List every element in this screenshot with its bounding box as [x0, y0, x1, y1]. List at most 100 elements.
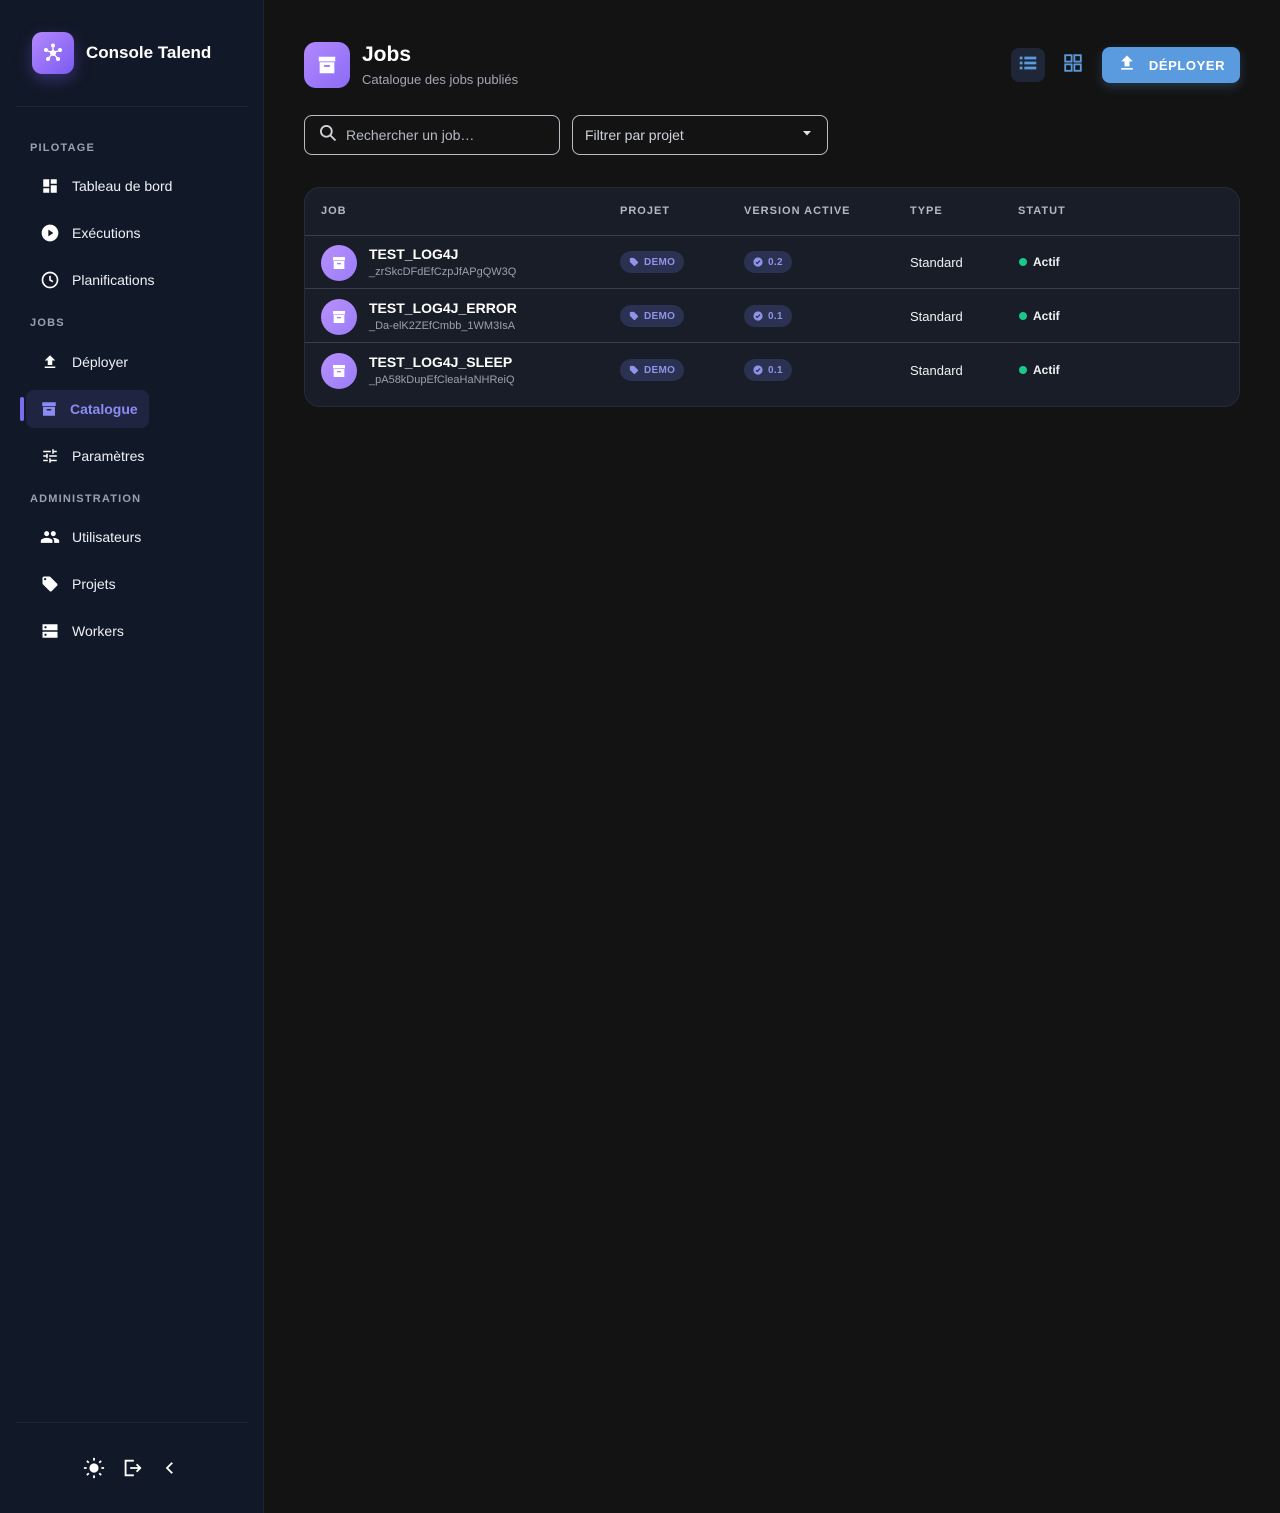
job-type: Standard	[910, 255, 963, 270]
sidebar-item-label: Projets	[72, 576, 116, 592]
tag-icon	[40, 574, 60, 594]
tag-icon	[629, 257, 639, 267]
project-chip-label: DEMO	[644, 310, 676, 322]
search-field[interactable]	[304, 115, 560, 155]
grid-view-button[interactable]	[1056, 48, 1090, 82]
sidebar-item-dashboard[interactable]: Tableau de bord	[26, 167, 186, 205]
status-dot	[1019, 366, 1027, 374]
project-chip[interactable]: DEMO	[620, 359, 685, 381]
status-label: Actif	[1033, 309, 1060, 323]
project-filter-value: Filtrer par projet	[585, 127, 684, 143]
jobs-table: JOB PROJET VERSION ACTIVE TYPE STATUT TE…	[304, 187, 1240, 407]
sidebar-footer	[82, 1456, 182, 1480]
check-circle-icon	[753, 311, 763, 321]
column-header-version[interactable]: VERSION ACTIVE	[744, 205, 851, 217]
page-title: Jobs	[362, 43, 412, 66]
brand-logo-icon	[32, 32, 74, 74]
project-chip-label: DEMO	[644, 256, 676, 268]
table-header: JOB PROJET VERSION ACTIVE TYPE STATUT	[305, 188, 1239, 236]
collapse-chevron-icon[interactable]	[158, 1456, 182, 1480]
active-indicator	[20, 397, 24, 421]
status-badge: Actif	[1019, 255, 1060, 269]
deploy-button[interactable]: DÉPLOYER	[1102, 47, 1240, 83]
status-dot	[1019, 258, 1027, 266]
version-chip-label: 0.2	[768, 256, 783, 268]
sidebar-item-label: Catalogue	[70, 401, 138, 417]
tune-icon	[40, 446, 60, 466]
table-row[interactable]: TEST_LOG4J_SLEEP _pA58kDupEfCleaHaNHReiQ…	[305, 344, 1239, 397]
check-circle-icon	[753, 257, 763, 267]
job-name[interactable]: TEST_LOG4J	[369, 246, 458, 262]
status-label: Actif	[1033, 255, 1060, 269]
job-id: _zrSkcDFdEfCzpJfAPgQW3Q	[369, 266, 517, 278]
job-id: _pA58kDupEfCleaHaNHReiQ	[369, 374, 515, 386]
sidebar-item-label: Workers	[72, 623, 124, 639]
column-header-type[interactable]: TYPE	[910, 205, 943, 217]
page-subtitle: Catalogue des jobs publiés	[362, 72, 519, 87]
brand[interactable]: Console Talend	[32, 32, 211, 74]
table-row[interactable]: TEST_LOG4J_ERROR _Da-elK2ZEfCmbb_1WM3IsA…	[305, 290, 1239, 343]
sidebar: Console Talend PILOTAGE Tableau de bord …	[0, 0, 264, 1513]
sidebar-item-workers[interactable]: Workers	[26, 612, 138, 650]
version-chip-label: 0.1	[768, 364, 783, 376]
sidebar-item-label: Exécutions	[72, 225, 141, 241]
play-circle-icon	[40, 223, 60, 243]
divider	[16, 1422, 248, 1423]
column-header-project[interactable]: PROJET	[620, 205, 670, 217]
sidebar-item-schedules[interactable]: Planifications	[26, 261, 169, 299]
sidebar-item-catalogue[interactable]: Catalogue	[26, 390, 149, 428]
column-header-job[interactable]: JOB	[321, 205, 347, 217]
tag-icon	[629, 311, 639, 321]
sidebar-item-label: Paramètres	[72, 448, 145, 464]
sidebar-item-users[interactable]: Utilisateurs	[26, 518, 155, 556]
upload-icon	[1117, 53, 1137, 78]
archive-icon	[40, 399, 58, 419]
logout-icon[interactable]	[120, 1456, 144, 1480]
dropdown-arrow-icon	[801, 126, 813, 144]
section-label-jobs: JOBS	[30, 317, 65, 329]
sidebar-item-settings[interactable]: Paramètres	[26, 437, 158, 475]
clock-icon	[40, 270, 60, 290]
job-archive-icon	[321, 353, 357, 389]
list-view-button[interactable]	[1011, 48, 1045, 82]
version-chip: 0.1	[744, 359, 792, 381]
sidebar-item-projects[interactable]: Projets	[26, 565, 130, 603]
app-name: Console Talend	[86, 43, 212, 62]
search-icon	[318, 123, 338, 148]
column-header-status[interactable]: STATUT	[1018, 205, 1066, 217]
check-circle-icon	[753, 365, 763, 375]
version-chip: 0.1	[744, 305, 792, 327]
theme-toggle-icon[interactable]	[82, 1456, 106, 1480]
project-filter-select[interactable]: Filtrer par projet	[572, 115, 828, 155]
job-archive-icon	[321, 299, 357, 335]
status-badge: Actif	[1019, 309, 1060, 323]
server-icon	[40, 621, 60, 641]
divider	[16, 106, 248, 107]
sidebar-item-label: Planifications	[72, 272, 155, 288]
project-chip[interactable]: DEMO	[620, 305, 685, 327]
table-row[interactable]: TEST_LOG4J _zrSkcDFdEfCzpJfAPgQW3Q DEMO …	[305, 236, 1239, 289]
people-icon	[40, 527, 60, 547]
job-id: _Da-elK2ZEfCmbb_1WM3IsA	[369, 320, 516, 332]
version-chip: 0.2	[744, 251, 792, 273]
list-view-icon	[1017, 52, 1039, 79]
sidebar-item-label: Déployer	[72, 354, 129, 370]
job-archive-icon	[321, 245, 357, 281]
sidebar-item-executions[interactable]: Exécutions	[26, 214, 154, 252]
status-label: Actif	[1033, 363, 1060, 377]
job-type: Standard	[910, 309, 963, 324]
section-label-administration: ADMINISTRATION	[30, 493, 142, 505]
job-type: Standard	[910, 363, 963, 378]
status-badge: Actif	[1019, 363, 1060, 377]
upload-icon	[40, 352, 60, 372]
dashboard-icon	[40, 176, 60, 196]
sidebar-item-deploy[interactable]: Déployer	[26, 343, 142, 381]
page-archive-icon	[304, 42, 350, 88]
job-name[interactable]: TEST_LOG4J_ERROR	[369, 300, 517, 316]
search-input[interactable]	[346, 127, 546, 143]
project-chip[interactable]: DEMO	[620, 251, 685, 273]
status-dot	[1019, 312, 1027, 320]
sidebar-item-label: Utilisateurs	[72, 529, 142, 545]
deploy-button-label: DÉPLOYER	[1148, 57, 1226, 73]
job-name[interactable]: TEST_LOG4J_SLEEP	[369, 354, 512, 370]
